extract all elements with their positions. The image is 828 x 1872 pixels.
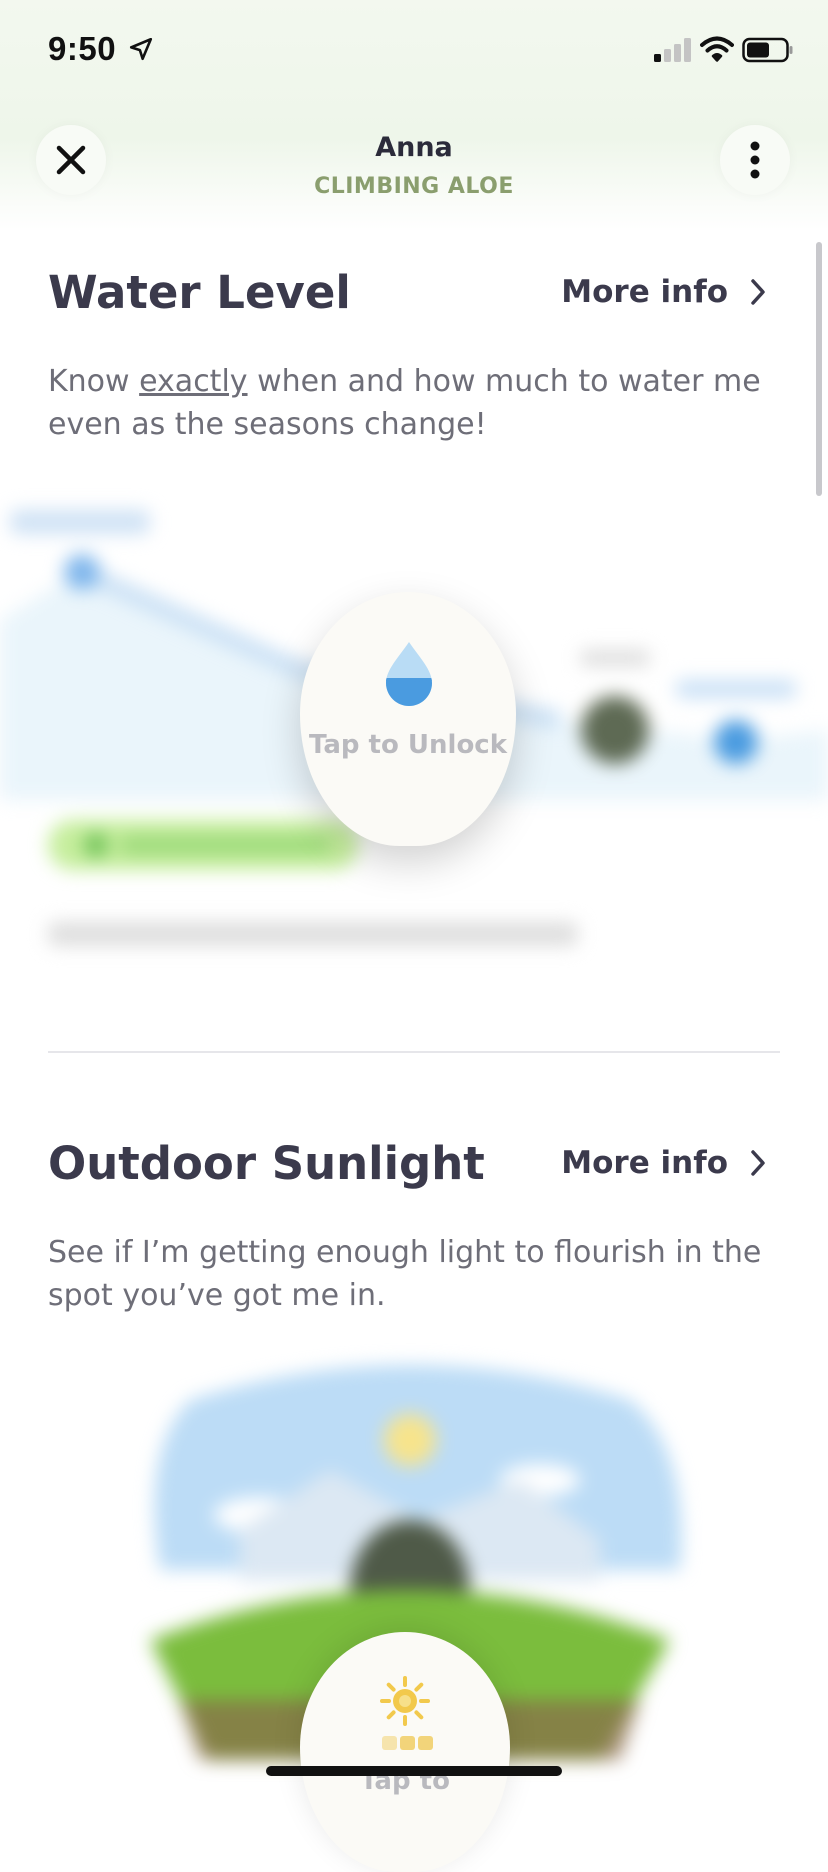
plant-type: CLIMBING ALOE [314, 174, 514, 199]
status-bar: 9:50 [0, 0, 828, 100]
sunlight-level-bars [382, 1736, 433, 1750]
status-time: 9:50 [48, 30, 117, 67]
sunlight-title: Outdoor Sunlight [48, 1137, 485, 1190]
scroll-indicator[interactable] [816, 242, 822, 496]
plant-name: Anna [375, 132, 453, 163]
more-options-button[interactable] [720, 125, 790, 195]
sunlight-description: See if I’m getting enough light to flour… [48, 1235, 762, 1313]
sunlight-unlock-button[interactable]: Tap to [300, 1632, 510, 1872]
section-divider [48, 1051, 780, 1053]
battery-icon [742, 37, 793, 63]
cellular-signal-icon [654, 38, 691, 62]
water-desc-before: Know [48, 364, 140, 399]
chevron-right-icon [751, 1150, 765, 1176]
water-level-title: Water Level [48, 266, 351, 319]
sunlight-more-info-link[interactable]: More info [561, 1145, 766, 1181]
sun-icon [380, 1676, 430, 1726]
water-desc-emphasis: exactly [139, 364, 248, 399]
location-arrow-icon [129, 37, 153, 61]
chevron-right-icon [751, 279, 765, 305]
water-level-description: Know exactly when and how much to water … [48, 360, 768, 446]
water-more-info-label: More info [561, 274, 728, 310]
more-vertical-icon [750, 141, 760, 179]
water-drop-icon [386, 642, 432, 706]
water-unlock-label: Tap to Unlock [308, 730, 508, 760]
sunlight-more-info-label: More info [561, 1145, 728, 1181]
water-unlock-button[interactable]: Tap to Unlock [300, 592, 516, 846]
water-more-info-link[interactable]: More info [561, 274, 766, 310]
home-indicator [266, 1766, 562, 1776]
wifi-icon [700, 36, 734, 62]
plant-header: Anna CLIMBING ALOE [0, 110, 828, 220]
